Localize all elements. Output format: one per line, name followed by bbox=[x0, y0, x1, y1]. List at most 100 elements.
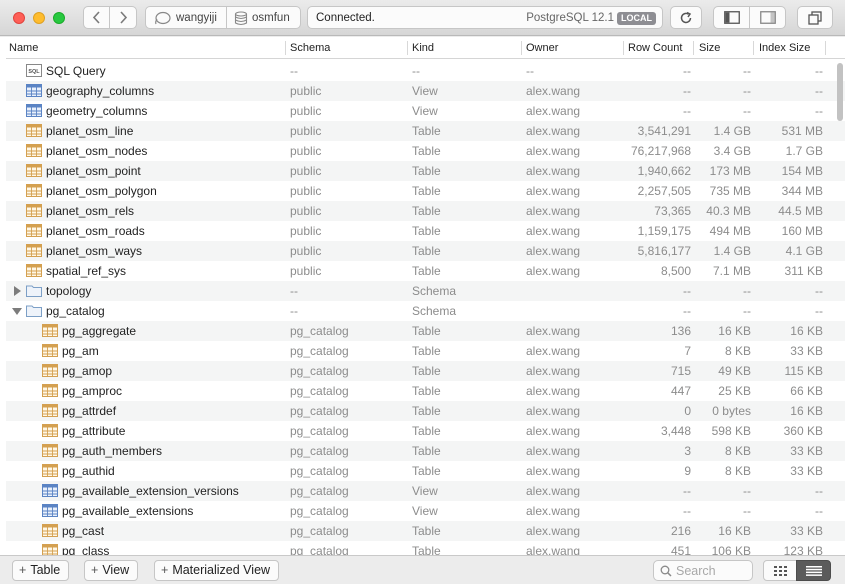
add-table-button[interactable]: + Table bbox=[12, 560, 70, 581]
table-row[interactable]: pg_available_extensions pg_catalog View ale… bbox=[6, 501, 845, 521]
add-view-label: View bbox=[102, 563, 130, 577]
table-icon bbox=[42, 524, 58, 537]
search-input[interactable] bbox=[676, 563, 750, 579]
disclosure-expanded-icon[interactable] bbox=[12, 308, 22, 315]
table-row[interactable]: pg_catalog -- Schema -- -- -- bbox=[6, 301, 845, 321]
table-row[interactable]: planet_osm_rels public Table alex.wang 73,36… bbox=[6, 201, 845, 221]
column-separator[interactable] bbox=[825, 41, 826, 55]
column-header-kind[interactable]: Kind bbox=[412, 42, 434, 54]
column-separator[interactable] bbox=[623, 41, 624, 55]
cell-kind: Table bbox=[412, 544, 441, 555]
table-row[interactable]: planet_osm_nodes public Table alex.wang 76,2… bbox=[6, 141, 845, 161]
new-window-button[interactable] bbox=[797, 6, 833, 29]
table-row[interactable]: SQL SQL Query -- -- -- -- -- -- bbox=[6, 61, 845, 81]
plus-icon: + bbox=[19, 563, 27, 577]
table-icon bbox=[42, 424, 58, 437]
column-header-size[interactable]: Size bbox=[699, 42, 720, 54]
table-row[interactable]: pg_auth_members pg_catalog Table alex.wang 3… bbox=[6, 441, 845, 461]
table-row[interactable]: pg_amop pg_catalog Table alex.wang 715 49 KB 1… bbox=[6, 361, 845, 381]
add-materialized-view-button[interactable]: + Materialized View bbox=[154, 560, 280, 581]
cell-row-count: 5,816,177 bbox=[637, 244, 691, 258]
column-header-row-count[interactable]: Row Count bbox=[628, 42, 682, 54]
cell-owner: alex.wang bbox=[526, 404, 581, 418]
table-row[interactable]: planet_osm_polygon public Table alex.wang 2,… bbox=[6, 181, 845, 201]
search-field[interactable] bbox=[653, 560, 753, 581]
add-materialized-view-label: Materialized View bbox=[172, 563, 271, 577]
column-header-schema[interactable]: Schema bbox=[290, 42, 330, 54]
view-icon bbox=[26, 84, 42, 97]
table-row[interactable]: pg_available_extension_versions pg_catalo… bbox=[6, 481, 845, 501]
table-row[interactable]: pg_amproc pg_catalog Table alex.wang 447 25 K… bbox=[6, 381, 845, 401]
breadcrumb-database[interactable]: osmfun bbox=[252, 12, 290, 24]
list-view-button[interactable] bbox=[796, 560, 831, 581]
grid-view-button[interactable] bbox=[763, 560, 797, 581]
column-separator[interactable] bbox=[693, 41, 694, 55]
disclosure-collapsed-icon[interactable] bbox=[14, 286, 21, 296]
view-icon bbox=[42, 504, 58, 517]
table-icon bbox=[42, 364, 58, 377]
table-row[interactable]: pg_attrdef pg_catalog Table alex.wang 0 0 byt… bbox=[6, 401, 845, 421]
cell-row-count: 447 bbox=[670, 384, 691, 398]
add-view-button[interactable]: + View bbox=[84, 560, 139, 581]
cell-size: 40.3 MB bbox=[706, 204, 751, 218]
sidebar-right-icon bbox=[759, 11, 776, 24]
minimize-window-button[interactable] bbox=[33, 12, 45, 24]
cell-owner: alex.wang bbox=[526, 224, 581, 238]
cell-index-size: 16 KB bbox=[790, 324, 823, 338]
cell-size: 598 KB bbox=[711, 424, 751, 438]
breadcrumb-divider bbox=[226, 7, 227, 28]
close-window-button[interactable] bbox=[13, 12, 25, 24]
toggle-sidebar-button[interactable] bbox=[713, 6, 750, 29]
scrollbar-thumb[interactable] bbox=[837, 63, 843, 121]
table-row[interactable]: geometry_columns public View alex.wang -- -- -… bbox=[6, 101, 845, 121]
cell-row-count: 1,159,175 bbox=[637, 224, 691, 238]
cell-kind: Table bbox=[412, 424, 441, 438]
table-row[interactable]: planet_osm_roads public Table alex.wang 1,15… bbox=[6, 221, 845, 241]
cell-kind: Table bbox=[412, 224, 441, 238]
cell-row-count: -- bbox=[683, 64, 691, 78]
cell-row-count: 216 bbox=[670, 524, 691, 538]
cell-index-size: 344 MB bbox=[781, 184, 823, 198]
connection-status: Connected. PostgreSQL 12.1 LOCAL bbox=[307, 6, 663, 29]
table-row[interactable]: topology -- Schema -- -- -- bbox=[6, 281, 845, 301]
table-row[interactable]: pg_class pg_catalog Table alex.wang 451 106 K… bbox=[6, 541, 845, 555]
column-separator[interactable] bbox=[753, 41, 754, 55]
table-row[interactable]: spatial_ref_sys public Table alex.wang 8,500… bbox=[6, 261, 845, 281]
table-row[interactable]: pg_cast pg_catalog Table alex.wang 216 16 KB 3… bbox=[6, 521, 845, 541]
table-row[interactable]: planet_osm_line public Table alex.wang 3,541… bbox=[6, 121, 845, 141]
cell-schema: public bbox=[290, 84, 322, 98]
column-separator[interactable] bbox=[521, 41, 522, 55]
table-row[interactable]: pg_am pg_catalog Table alex.wang 7 8 KB 33 KB bbox=[6, 341, 845, 361]
vertical-scrollbar[interactable] bbox=[835, 61, 845, 555]
cell-kind: Table bbox=[412, 324, 441, 338]
table-row[interactable]: pg_aggregate pg_catalog Table alex.wang 136 1… bbox=[6, 321, 845, 341]
table-row[interactable]: geography_columns public View alex.wang -- --… bbox=[6, 81, 845, 101]
cell-owner: alex.wang bbox=[526, 364, 581, 378]
table-icon bbox=[26, 164, 42, 177]
cell-index-size: 1.7 GB bbox=[785, 144, 823, 158]
cell-index-size: 16 KB bbox=[790, 404, 823, 418]
forward-button[interactable] bbox=[109, 6, 137, 29]
toggle-inspector-button[interactable] bbox=[749, 6, 786, 29]
cell-row-count: -- bbox=[683, 104, 691, 118]
table-row[interactable]: pg_authid pg_catalog Table alex.wang 9 8 KB 33… bbox=[6, 461, 845, 481]
cell-name: planet_osm_roads bbox=[46, 224, 145, 238]
refresh-button[interactable] bbox=[670, 6, 702, 29]
column-separator[interactable] bbox=[285, 41, 286, 55]
table-row[interactable]: pg_attribute pg_catalog Table alex.wang 3,44… bbox=[6, 421, 845, 441]
cell-row-count: -- bbox=[683, 284, 691, 298]
column-header-name[interactable]: Name bbox=[9, 42, 38, 54]
table-icon bbox=[26, 204, 42, 217]
database-icon bbox=[234, 11, 248, 26]
table-icon bbox=[42, 444, 58, 457]
cell-index-size: 44.5 MB bbox=[778, 204, 823, 218]
back-button[interactable] bbox=[83, 6, 110, 29]
table-row[interactable]: planet_osm_point public Table alex.wang 1,94… bbox=[6, 161, 845, 181]
breadcrumb-user[interactable]: wangyiji bbox=[176, 12, 217, 24]
column-header-index-size[interactable]: Index Size bbox=[759, 42, 810, 54]
zoom-window-button[interactable] bbox=[53, 12, 65, 24]
cell-name: pg_class bbox=[62, 544, 110, 555]
column-separator[interactable] bbox=[407, 41, 408, 55]
table-row[interactable]: planet_osm_ways public Table alex.wang 5,816… bbox=[6, 241, 845, 261]
column-header-owner[interactable]: Owner bbox=[526, 42, 558, 54]
